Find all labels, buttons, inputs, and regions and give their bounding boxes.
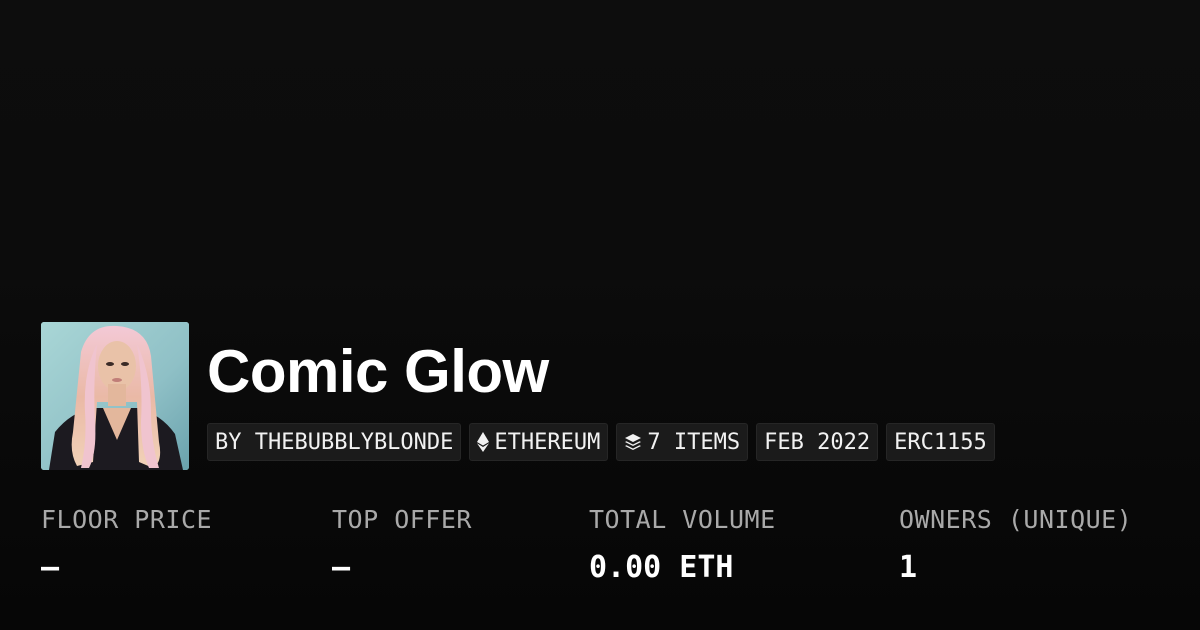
stat-label: TOTAL VOLUME <box>589 505 776 534</box>
standard-tag-label: ERC1155 <box>894 429 987 455</box>
items-tag[interactable]: 7 ITEMS <box>616 423 749 461</box>
creator-tag-label: BY THEBUBBLYBLONDE <box>215 429 454 455</box>
date-tag: FEB 2022 <box>756 423 879 461</box>
title-block: Comic Glow BY THEBUBBLYBLONDE ETHEREUM 7… <box>207 322 995 461</box>
stat-owners: OWNERS (UNIQUE) 1 <box>899 505 1132 585</box>
stat-value: — <box>332 550 351 585</box>
chain-tag[interactable]: ETHEREUM <box>469 423 609 461</box>
stat-value: 0.00 ETH <box>589 550 734 585</box>
date-tag-label: FEB 2022 <box>764 429 871 455</box>
collection-avatar <box>41 322 189 470</box>
stat-floor-price: FLOOR PRICE — <box>41 505 212 585</box>
creator-tag[interactable]: BY THEBUBBLYBLONDE <box>207 423 462 461</box>
stat-top-offer: TOP OFFER — <box>332 505 472 585</box>
collection-stats: FLOOR PRICE — TOP OFFER — TOTAL VOLUME 0… <box>0 505 1200 605</box>
collection-card: Comic Glow BY THEBUBBLYBLONDE ETHEREUM 7… <box>0 0 1200 630</box>
stat-label: TOP OFFER <box>332 505 472 534</box>
stat-value: — <box>41 550 60 585</box>
layers-icon <box>624 433 642 451</box>
stat-total-volume: TOTAL VOLUME 0.00 ETH <box>589 505 776 585</box>
stat-label: FLOOR PRICE <box>41 505 213 534</box>
chain-tag-label: ETHEREUM <box>494 429 601 455</box>
standard-tag: ERC1155 <box>886 423 995 461</box>
collection-header: Comic Glow BY THEBUBBLYBLONDE ETHEREUM 7… <box>41 322 995 470</box>
ethereum-icon <box>477 432 490 452</box>
stat-value: 1 <box>899 550 918 585</box>
collection-tags: BY THEBUBBLYBLONDE ETHEREUM 7 ITEMS FEB … <box>207 423 995 461</box>
items-tag-label: 7 ITEMS <box>647 429 741 455</box>
collection-title: Comic Glow <box>207 338 549 405</box>
stat-label: OWNERS (UNIQUE) <box>899 505 1133 534</box>
